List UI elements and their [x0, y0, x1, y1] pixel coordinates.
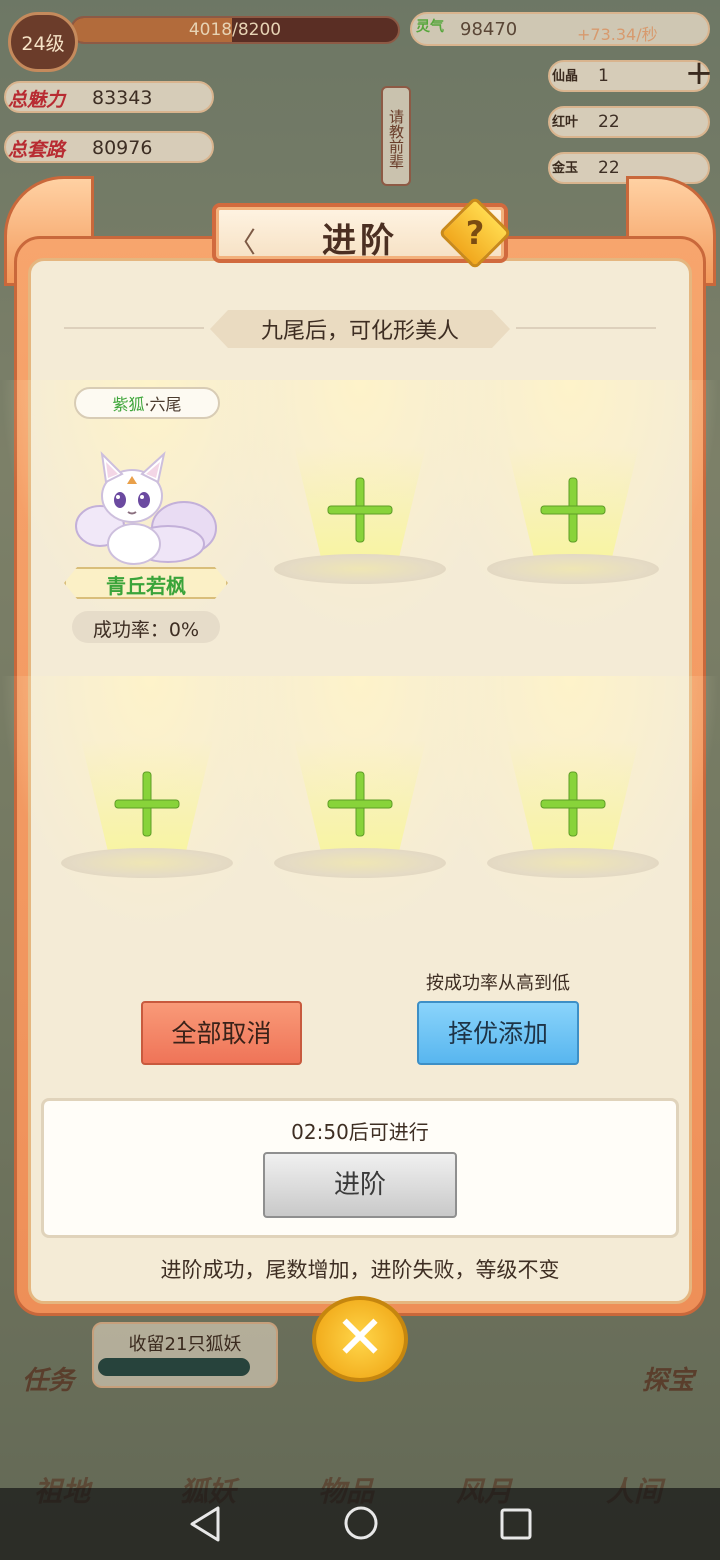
slot-base	[274, 554, 446, 584]
fox-tag: 紫狐·六尾	[74, 391, 220, 415]
fox-name: 青丘若枫	[106, 574, 186, 598]
stat-tricks-label: 总套路	[8, 139, 66, 161]
stat-charm-label: 总魅力	[8, 89, 66, 111]
empty-slot[interactable]	[487, 446, 659, 596]
lingqi-value: 98470	[460, 19, 518, 40]
subtitle-text: 九尾后，可化形美人	[260, 319, 459, 344]
fox-type: 紫狐	[112, 395, 145, 414]
stat-tricks: 总套路 80976	[4, 131, 214, 163]
ask-elder-sign[interactable]: 请教前辈	[381, 86, 411, 186]
home-icon[interactable]	[341, 1503, 381, 1543]
recents-icon[interactable]	[496, 1504, 536, 1544]
plus-icon	[540, 771, 606, 837]
resource-leaf-value: 22	[598, 112, 620, 132]
plus-icon	[327, 477, 393, 543]
back-icon[interactable]	[186, 1504, 226, 1544]
resource-crystal-value: 1	[598, 66, 609, 86]
plus-icon	[114, 771, 180, 837]
plus-icon	[540, 477, 606, 543]
lingqi-bar: 灵气 98470 +73.34/秒	[410, 12, 710, 46]
task-progress-bar	[98, 1358, 250, 1376]
plus-icon	[327, 771, 393, 837]
crystal-icon: 仙晶	[552, 69, 579, 84]
stat-charm: 总魅力 83343	[4, 81, 214, 113]
empty-slot[interactable]	[274, 740, 446, 890]
jade-icon: 金玉	[552, 161, 579, 176]
rules-text: 进阶成功，尾数增加，进阶失败，等级不变	[160, 1258, 560, 1282]
stat-charm-value: 83343	[92, 87, 153, 109]
treasure-button[interactable]: 探宝	[642, 1360, 694, 1397]
advance-button[interactable]: 进阶	[263, 1152, 457, 1218]
level-badge[interactable]: 24级	[8, 12, 78, 72]
cancel-all-button[interactable]: 全部取消	[141, 1001, 302, 1065]
pick-best-button[interactable]: 择优添加	[417, 1001, 579, 1065]
leaf-icon: 红叶	[552, 115, 579, 130]
success-rate: 成功率：0%	[92, 619, 200, 641]
slot-base	[61, 848, 233, 878]
empty-slot[interactable]	[61, 740, 233, 890]
pick-best-note: 按成功率从高到低	[426, 973, 570, 994]
empty-slot[interactable]	[274, 446, 446, 596]
task-button[interactable]: 任务	[22, 1360, 74, 1397]
add-resource-button[interactable]: +	[682, 56, 716, 92]
task-label: 收留21只狐妖	[128, 1334, 242, 1355]
exp-text: 4018/8200	[188, 20, 282, 40]
slot-base	[487, 554, 659, 584]
slot-base	[274, 848, 446, 878]
empty-slot[interactable]	[487, 740, 659, 890]
question-icon: ?	[465, 214, 485, 252]
lingqi-rate: +73.34/秒	[577, 25, 658, 44]
stat-tricks-value: 80976	[92, 137, 153, 159]
divider-right	[516, 327, 656, 329]
lingqi-icon: 灵气	[416, 19, 444, 35]
fox-portrait[interactable]	[72, 448, 222, 568]
resource-leaf: 红叶 22	[548, 106, 710, 138]
cooldown-text: 02:50后可进行	[291, 1120, 429, 1144]
close-icon: ✕	[334, 1303, 386, 1373]
fox-tails: 六尾	[149, 395, 182, 414]
resource-jade-value: 22	[598, 158, 620, 178]
slot-base	[487, 848, 659, 878]
divider-left	[64, 327, 204, 329]
exp-bar: 4018/8200	[70, 16, 400, 44]
